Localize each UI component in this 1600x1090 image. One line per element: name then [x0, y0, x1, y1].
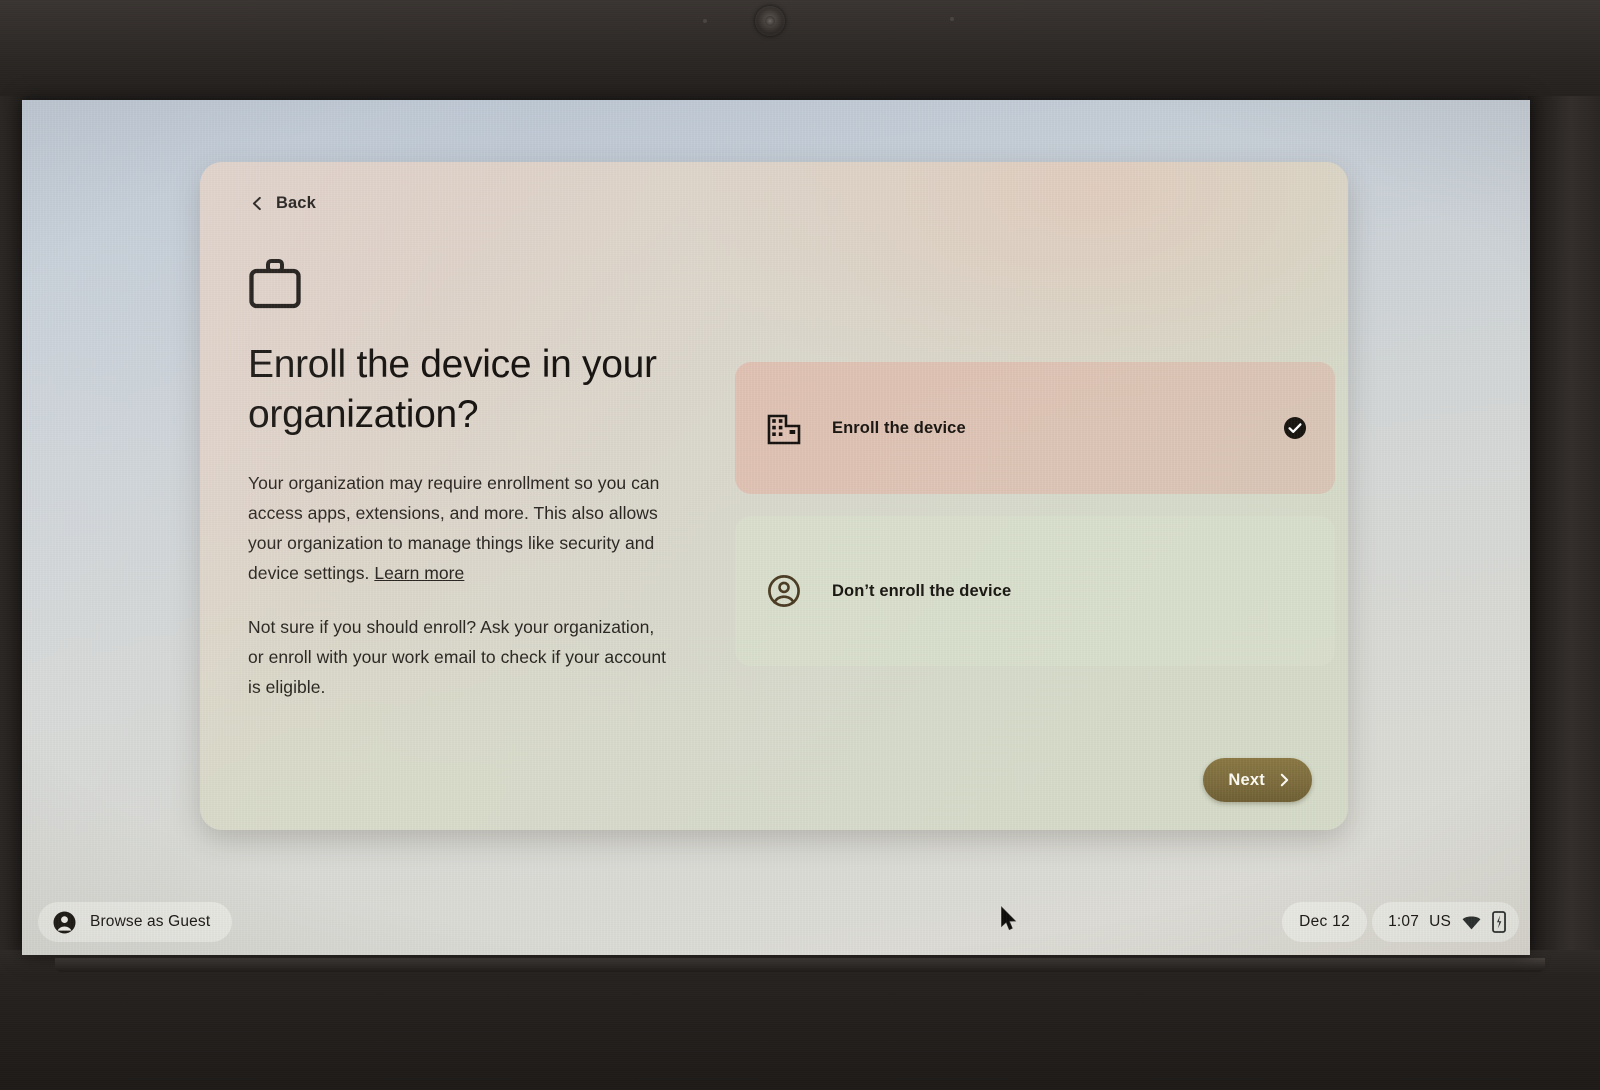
- page-title: Enroll the device in your organization?: [248, 343, 657, 436]
- back-button-label: Back: [276, 194, 316, 212]
- learn-more-link[interactable]: Learn more: [374, 563, 464, 583]
- microphone-hole-right: [950, 17, 954, 21]
- shelf-locale-label: US: [1429, 913, 1451, 930]
- shelf-status-tray[interactable]: 1:07 US: [1372, 902, 1519, 942]
- briefcase-icon: [249, 259, 301, 309]
- wifi-icon: [1462, 916, 1481, 929]
- domain-building-icon: [767, 414, 801, 445]
- description-paragraph-1: Your organization may require enrollment…: [248, 468, 668, 588]
- battery-charging-icon: [1492, 911, 1506, 933]
- laptop-photo: Back Enroll the device in your organizat…: [0, 0, 1600, 1090]
- chromeos-oobe-screen: Back Enroll the device in your organizat…: [22, 100, 1530, 955]
- enrollment-dialog-card: Back Enroll the device in your organizat…: [200, 162, 1348, 830]
- next-button-label: Next: [1228, 770, 1265, 789]
- shelf-time-label: 1:07: [1388, 913, 1420, 930]
- option-enroll-label: Enroll the device: [832, 418, 966, 437]
- microphone-hole-left: [703, 19, 707, 23]
- chevron-left-icon: [252, 196, 261, 211]
- option-dont-enroll-label: Don’t enroll the device: [832, 581, 1012, 600]
- browse-as-guest-button[interactable]: Browse as Guest: [38, 902, 233, 942]
- check-circle-filled-icon: [1284, 417, 1306, 439]
- option-dont-enroll-the-device[interactable]: Don’t enroll the device: [735, 516, 1335, 666]
- laptop-top-bezel: [0, 0, 1600, 104]
- dialog-text-column: Enroll the device in your organization? …: [248, 340, 668, 702]
- arrow-cursor-icon: [1001, 906, 1017, 931]
- laptop-right-bezel: [1528, 96, 1600, 966]
- next-button[interactable]: Next: [1203, 758, 1312, 802]
- option-enroll-the-device[interactable]: Enroll the device: [735, 362, 1335, 494]
- laptop-hinge: [55, 958, 1545, 972]
- back-button[interactable]: Back: [250, 194, 316, 213]
- account-circle-icon: [768, 575, 800, 607]
- chevron-right-icon: [1280, 773, 1289, 787]
- enrollment-options-list: Enroll the device Don’t enroll the devic…: [735, 362, 1335, 666]
- shelf-date-label: Dec 12: [1299, 913, 1350, 930]
- browse-as-guest-label: Browse as Guest: [90, 913, 211, 930]
- webcam-lens: [765, 16, 775, 26]
- account-circle-filled-icon: [53, 911, 76, 933]
- description-paragraph-2: Not sure if you should enroll? Ask your …: [248, 617, 667, 697]
- shelf-date-button[interactable]: Dec 12: [1282, 902, 1367, 942]
